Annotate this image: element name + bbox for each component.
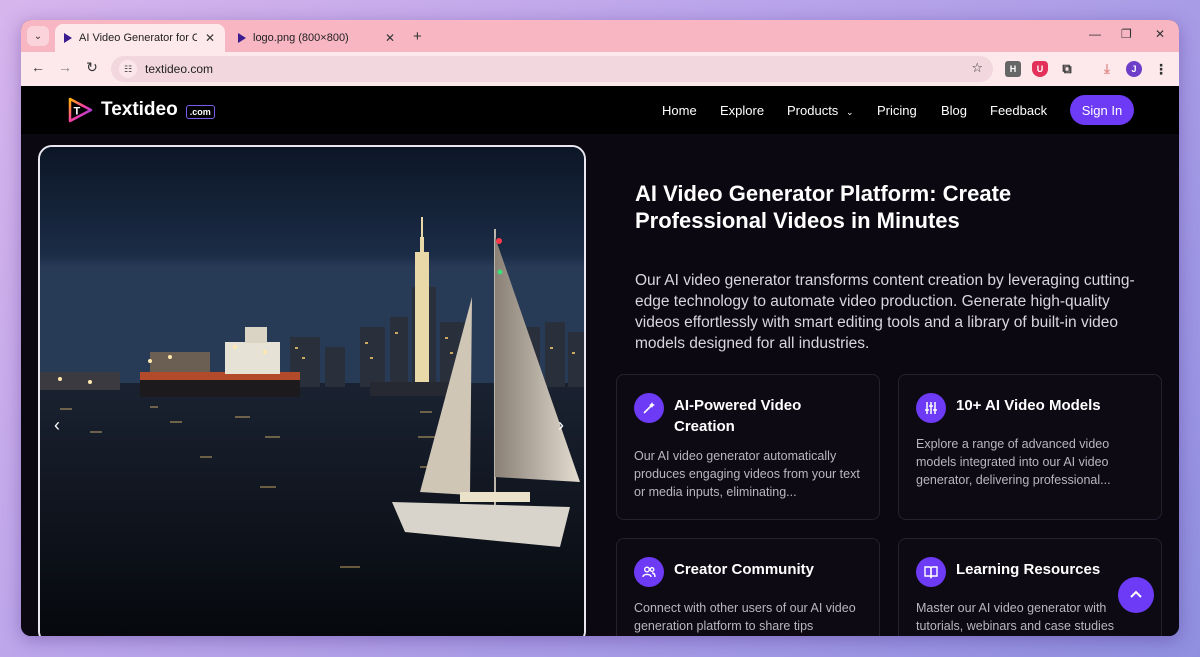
- nav-blog[interactable]: Blog: [941, 103, 967, 118]
- nav-feedback[interactable]: Feedback: [990, 103, 1047, 118]
- textideo-favicon-icon: [63, 33, 73, 43]
- feature-text: Connect with other users of our AI video…: [634, 601, 856, 633]
- new-tab-button[interactable]: +: [413, 28, 422, 45]
- tab-active[interactable]: AI Video Generator for Content ✕: [55, 24, 225, 52]
- h-extension-icon[interactable]: H: [1005, 61, 1021, 77]
- feature-title: Creator Community: [674, 561, 815, 578]
- close-icon[interactable]: ✕: [203, 31, 217, 45]
- book-icon: [916, 557, 946, 587]
- sliders-icon: [916, 393, 946, 423]
- image-favicon-icon: [237, 33, 247, 43]
- browser-window: ⌄ AI Video Generator for Content ✕ logo.…: [21, 20, 1179, 636]
- site-header: T Textideo .com Home Explore Products ⌄ …: [21, 86, 1179, 134]
- carousel-next-icon[interactable]: ›: [558, 415, 564, 436]
- download-icon[interactable]: ⤓: [1099, 61, 1115, 77]
- kebab-menu-icon[interactable]: ⋮: [1153, 61, 1169, 77]
- feature-card[interactable]: AI-Powered Video Creation Our AI video g…: [616, 374, 880, 520]
- url-text[interactable]: textideo.com: [145, 62, 213, 76]
- tab-title: logo.png (800×800): [253, 32, 349, 44]
- feature-text: Our AI video generator automatically pro…: [634, 449, 860, 499]
- browser-toolbar: ← → ↻ ☷ textideo.com ☆ H U ⧉ ⤓ J ⋮: [21, 52, 1179, 86]
- tab-strip: ⌄ AI Video Generator for Content ✕ logo.…: [21, 20, 1179, 52]
- shield-extension-icon[interactable]: U: [1032, 61, 1048, 77]
- forward-arrow-icon[interactable]: →: [55, 59, 75, 75]
- magic-wand-icon: [634, 393, 664, 423]
- web-page: T Textideo .com Home Explore Products ⌄ …: [21, 86, 1179, 636]
- feature-card[interactable]: Creator Community Connect with other use…: [616, 538, 880, 636]
- users-icon: [634, 557, 664, 587]
- feature-text: Master our AI video generator with tutor…: [916, 601, 1115, 633]
- nav-pricing[interactable]: Pricing: [877, 103, 917, 118]
- site-info-icon[interactable]: ☷: [119, 60, 137, 78]
- chevron-up-icon: [1130, 590, 1142, 598]
- feature-text: Explore a range of advanced video models…: [916, 437, 1111, 487]
- puzzle-icon[interactable]: ⧉: [1059, 61, 1075, 77]
- hero-description: Our AI video generator transforms conten…: [635, 272, 1135, 352]
- scroll-to-top-button[interactable]: [1118, 577, 1154, 613]
- harbor-night-scene-image: [40, 147, 584, 636]
- feature-card[interactable]: 10+ AI Video Models Explore a range of a…: [898, 374, 1162, 520]
- feature-title: AI-Powered Video Creation: [674, 397, 802, 435]
- address-bar[interactable]: ☷ textideo.com ☆: [111, 56, 993, 82]
- hero-title: AI Video Generator Platform: Create Prof…: [635, 181, 1012, 233]
- close-icon[interactable]: ✕: [383, 31, 397, 45]
- back-arrow-icon[interactable]: ←: [28, 59, 48, 75]
- star-icon[interactable]: ☆: [971, 60, 983, 76]
- nav-explore[interactable]: Explore: [720, 103, 764, 118]
- tab-search-icon[interactable]: ⌄: [27, 26, 49, 46]
- feature-title: Learning Resources: [956, 561, 1101, 578]
- main-nav: Home Explore Products ⌄ Pricing Blog Fee…: [21, 86, 1179, 134]
- tab-inactive[interactable]: logo.png (800×800) ✕: [229, 24, 405, 52]
- feature-title: 10+ AI Video Models: [956, 397, 1101, 414]
- restore-button[interactable]: ❐: [1121, 27, 1132, 41]
- sign-in-button[interactable]: Sign In: [1070, 95, 1134, 125]
- profile-avatar[interactable]: J: [1126, 61, 1142, 77]
- nav-products[interactable]: Products ⌄: [787, 103, 853, 118]
- reload-icon[interactable]: ↻: [82, 59, 102, 76]
- minimize-button[interactable]: —: [1089, 27, 1101, 41]
- hero-video-carousel[interactable]: ‹ ›: [38, 145, 586, 636]
- tab-title: AI Video Generator for Content: [79, 32, 197, 44]
- chevron-down-icon: ⌄: [845, 106, 854, 117]
- nav-products-label: Products: [787, 102, 839, 118]
- window-close-button[interactable]: ✕: [1155, 27, 1165, 41]
- nav-home[interactable]: Home: [662, 103, 697, 118]
- carousel-prev-icon[interactable]: ‹: [54, 415, 60, 436]
